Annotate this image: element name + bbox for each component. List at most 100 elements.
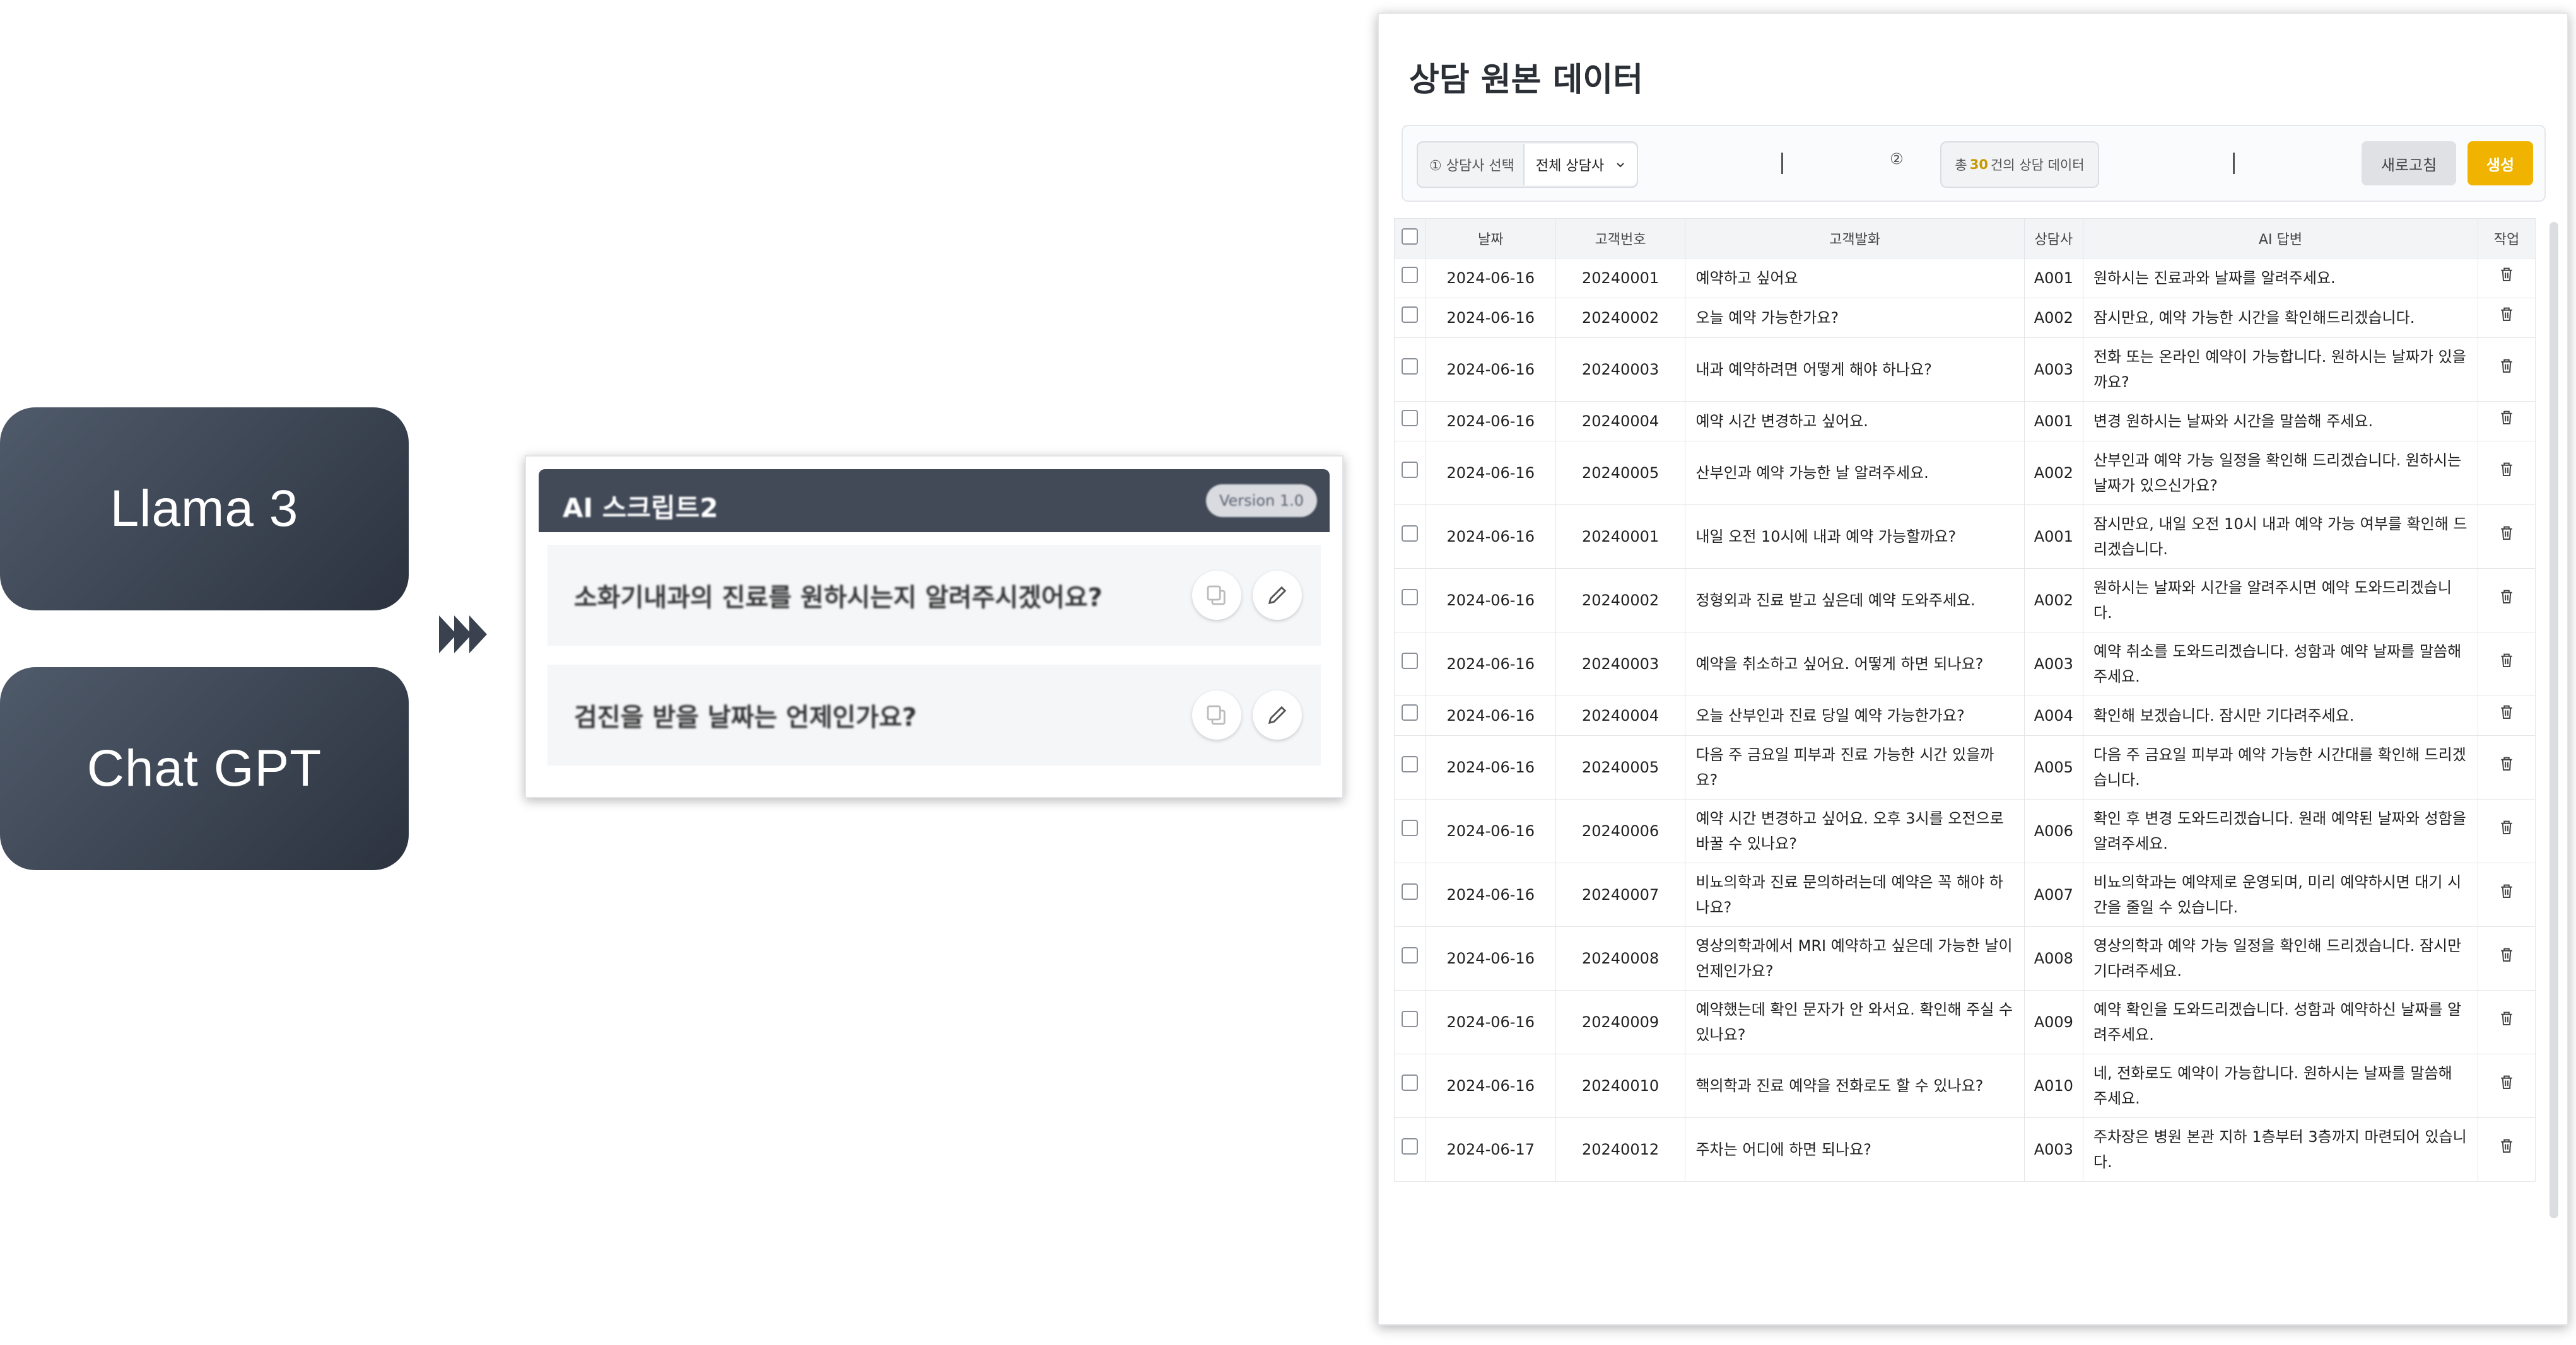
row-checkbox[interactable] xyxy=(1402,358,1419,375)
counselor-filter: ① 상담사 선택 전체 상담사 xyxy=(1417,141,1639,188)
customer-id-cell: 20240001 xyxy=(1555,258,1686,298)
trash-icon[interactable] xyxy=(2497,651,2516,670)
table-row[interactable]: 2024-06-16 20240003 예약을 취소하고 싶어요. 어떻게 하면 되… xyxy=(1394,632,2536,696)
customer-id-cell: 20240004 xyxy=(1555,401,1686,441)
action-cell xyxy=(2477,258,2536,298)
trash-icon[interactable] xyxy=(2497,818,2516,837)
version-badge: Version 1.0 xyxy=(1206,484,1317,517)
table-row[interactable]: 2024-06-16 20240006 예약 시간 변경하고 싶어요. 오후 3시를… xyxy=(1394,799,2536,863)
table-row[interactable]: 2024-06-16 20240001 내일 오전 10시에 내과 예약 가능할까요… xyxy=(1394,504,2536,569)
divider xyxy=(2233,153,2235,174)
column-header[interactable]: AI 답변 xyxy=(2082,218,2478,259)
refresh-button[interactable]: 새로고침 xyxy=(2362,141,2456,185)
agent-cell: A010 xyxy=(2023,1054,2083,1118)
utterance-cell: 산부인과 예약 가능한 날 알려주세요. xyxy=(1685,441,2025,505)
trash-icon[interactable] xyxy=(2497,265,2516,284)
action-cell xyxy=(2477,799,2536,863)
row-checkbox[interactable] xyxy=(1402,410,1419,426)
action-cell xyxy=(2477,568,2536,632)
table-row[interactable]: 2024-06-16 20240005 산부인과 예약 가능한 날 알려주세요. A0… xyxy=(1394,441,2536,505)
utterance-cell: 예약 시간 변경하고 싶어요. 오후 3시를 오전으로 바꿀 수 있나요? xyxy=(1685,799,2025,863)
agent-cell: A005 xyxy=(2023,735,2083,800)
model-llama3-button[interactable]: Llama 3 xyxy=(0,407,409,610)
ai-answer-cell: 잠시만요, 예약 가능한 시간을 확인해드리겠습니다. xyxy=(2082,298,2478,338)
utterance-cell: 예약했는데 확인 문자가 안 와서요. 확인해 주실 수 있나요? xyxy=(1685,990,2025,1054)
edit-button[interactable] xyxy=(1253,571,1302,620)
trash-icon[interactable] xyxy=(2497,945,2516,964)
row-checkbox[interactable] xyxy=(1402,1074,1419,1091)
row-checkbox[interactable] xyxy=(1402,883,1419,900)
consultation-table: 날짜 고객번호 고객발화 상담사 AI 답변 작업 2024-06-16 2024… xyxy=(1394,218,2536,1182)
table-row[interactable]: 2024-06-16 20240002 오늘 예약 가능한가요? A002 잠시만요, … xyxy=(1394,298,2536,338)
table-row[interactable]: 2024-06-16 20240010 핵의학과 진료 예약을 전화로도 할 수 있… xyxy=(1394,1054,2536,1118)
trash-icon[interactable] xyxy=(2497,356,2516,375)
generate-button[interactable]: 생성 xyxy=(2468,141,2533,185)
trash-icon[interactable] xyxy=(2497,305,2516,323)
table-header-row: 날짜 고객번호 고객발화 상담사 AI 답변 작업 xyxy=(1394,218,2536,259)
agent-cell: A001 xyxy=(2023,504,2083,569)
script-question-row: 소화기내과의 진료를 원하시는지 알려주시겠어요? xyxy=(547,545,1321,646)
ai-answer-cell: 비뇨의학과는 예약제로 운영되며, 미리 예약하시면 대기 시간을 줄일 수 있… xyxy=(2082,863,2478,927)
edit-button[interactable] xyxy=(1253,690,1302,740)
trash-icon[interactable] xyxy=(2497,1073,2516,1092)
trash-icon[interactable] xyxy=(2497,1136,2516,1155)
table-row[interactable]: 2024-06-17 20240012 주차는 어디에 하면 되나요? A003 주차장… xyxy=(1394,1117,2536,1182)
row-select-cell xyxy=(1394,258,1426,298)
column-header[interactable]: 고객번호 xyxy=(1555,218,1686,259)
row-checkbox[interactable] xyxy=(1402,947,1419,964)
table-row[interactable]: 2024-06-16 20240003 내과 예약하려면 어떻게 해야 하나요? A0… xyxy=(1394,337,2536,402)
row-checkbox[interactable] xyxy=(1402,589,1419,605)
script-title: AI 스크립트2 xyxy=(563,492,718,523)
table-row[interactable]: 2024-06-16 20240001 예약하고 싶어요 A001 원하시는 진료과와 … xyxy=(1394,258,2536,298)
ai-answer-cell: 잠시만요, 내일 오전 10시 내과 예약 가능 여부를 확인해 드리겠습니다. xyxy=(2082,504,2478,569)
table-row[interactable]: 2024-06-16 20240004 오늘 산부인과 진료 당일 예약 가능한가요… xyxy=(1394,696,2536,736)
copy-button[interactable] xyxy=(1192,690,1241,740)
trash-icon[interactable] xyxy=(2497,702,2516,721)
row-select-cell xyxy=(1394,926,1426,991)
table-row[interactable]: 2024-06-16 20240004 예약 시간 변경하고 싶어요. A001 변경 … xyxy=(1394,401,2536,441)
trash-icon[interactable] xyxy=(2497,460,2516,479)
row-checkbox[interactable] xyxy=(1402,1011,1419,1027)
row-checkbox[interactable] xyxy=(1402,267,1419,283)
select-all-checkbox[interactable] xyxy=(1402,228,1419,245)
column-header[interactable]: 고객발화 xyxy=(1685,218,2025,259)
ai-answer-cell: 원하시는 진료과와 날짜를 알려주세요. xyxy=(2082,258,2478,298)
row-checkbox[interactable] xyxy=(1402,306,1419,323)
table-row[interactable]: 2024-06-16 20240008 영상의학과에서 MRI 예약하고 싶은데 가… xyxy=(1394,926,2536,991)
trash-icon[interactable] xyxy=(2497,1009,2516,1028)
count-value: 30 xyxy=(1969,157,1988,172)
trash-icon[interactable] xyxy=(2497,523,2516,542)
table-row[interactable]: 2024-06-16 20240002 정형외과 진료 받고 싶은데 예약 도와주세… xyxy=(1394,568,2536,632)
column-header[interactable]: 상담사 xyxy=(2023,218,2083,259)
row-checkbox[interactable] xyxy=(1402,462,1419,478)
counselor-select-value: 전체 상담사 xyxy=(1535,158,1605,174)
row-checkbox[interactable] xyxy=(1402,653,1419,669)
trash-icon[interactable] xyxy=(2497,587,2516,606)
column-header[interactable]: 날짜 xyxy=(1425,218,1556,259)
row-checkbox[interactable] xyxy=(1402,1138,1419,1155)
date-cell: 2024-06-16 xyxy=(1425,401,1556,441)
record-count: 총 30 건의 상담 데이터 xyxy=(1940,141,2099,188)
row-checkbox[interactable] xyxy=(1402,704,1419,721)
row-checkbox[interactable] xyxy=(1402,525,1419,542)
trash-icon[interactable] xyxy=(2497,882,2516,900)
model-chatgpt-button[interactable]: Chat GPT xyxy=(0,667,409,870)
scrollbar[interactable] xyxy=(2550,222,2558,1218)
trash-icon[interactable] xyxy=(2497,408,2516,427)
row-checkbox[interactable] xyxy=(1402,820,1419,836)
agent-cell: A006 xyxy=(2023,799,2083,863)
copy-button[interactable] xyxy=(1192,571,1241,620)
table-row[interactable]: 2024-06-16 20240005 다음 주 금요일 피부과 진료 가능한 시간… xyxy=(1394,735,2536,800)
counselor-select[interactable]: 전체 상담사 xyxy=(1523,144,1637,185)
agent-cell: A002 xyxy=(2023,568,2083,632)
date-cell: 2024-06-16 xyxy=(1425,568,1556,632)
trash-icon[interactable] xyxy=(2497,754,2516,773)
row-checkbox[interactable] xyxy=(1402,756,1419,772)
date-cell: 2024-06-16 xyxy=(1425,990,1556,1054)
agent-cell: A007 xyxy=(2023,863,2083,927)
table-row[interactable]: 2024-06-16 20240009 예약했는데 확인 문자가 안 와서요. 확인… xyxy=(1394,990,2536,1054)
date-cell: 2024-06-16 xyxy=(1425,337,1556,402)
table-row[interactable]: 2024-06-16 20240007 비뇨의학과 진료 문의하려는데 예약은 꼭 … xyxy=(1394,863,2536,927)
divider xyxy=(1781,153,1783,174)
ai-script-card: AI 스크립트2 Version 1.0 소화기내과의 진료를 원하시는지 알려… xyxy=(525,455,1344,798)
